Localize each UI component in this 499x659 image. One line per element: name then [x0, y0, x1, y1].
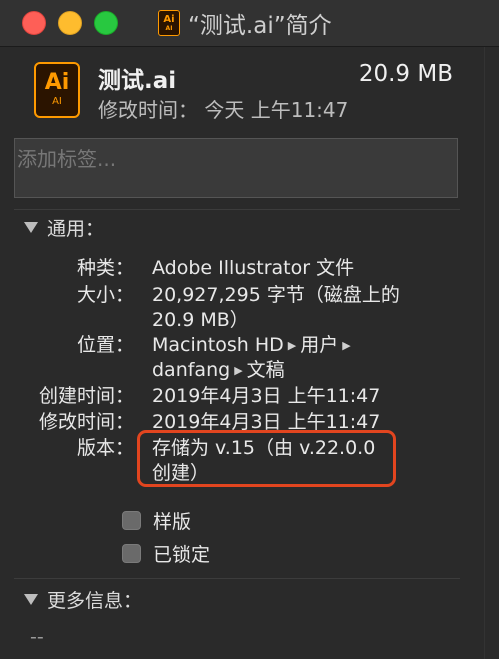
path-danfang[interactable]: danfang: [152, 359, 230, 381]
created-value: 2019年4月3日 上午11:47: [152, 385, 381, 407]
version-label: 版本：: [76, 437, 134, 459]
modified-value: 今天 上午11:47: [204, 98, 349, 122]
tags-field[interactable]: 添加标签...: [14, 138, 458, 198]
size-label: 大小：: [76, 284, 134, 306]
size-value-line1: 20,927,295 字节（磁盘上的: [152, 284, 400, 306]
scrollbar[interactable]: [484, 47, 499, 659]
disclosure-triangle-icon[interactable]: [24, 594, 38, 605]
version-highlight-annotation: [137, 430, 396, 487]
stationery-checkbox-row[interactable]: 样版: [122, 507, 191, 534]
where-path-line1: Macintosh HD ▶ 用户 ▶: [152, 330, 355, 357]
file-modified: 修改时间： 今天 上午11:47: [98, 94, 348, 123]
path-arrow-icon: ▶: [234, 364, 243, 377]
tags-placeholder: 添加标签...: [17, 147, 117, 171]
created-label: 创建时间：: [38, 385, 134, 407]
where-label: 位置：: [76, 334, 134, 356]
title-bar[interactable]: Ai AI “测试.ai”简介: [0, 0, 499, 47]
illustrator-file-icon: Ai AI: [158, 10, 180, 36]
kind-value: Adobe Illustrator 文件: [152, 257, 355, 279]
illustrator-document-icon: Ai AI: [34, 62, 80, 118]
divider: [14, 578, 460, 579]
general-section-toggle[interactable]: 通用：: [24, 214, 104, 241]
window-title: Ai AI “测试.ai”简介: [158, 6, 332, 40]
locked-checkbox[interactable]: [122, 544, 141, 563]
modified-label: 修改时间：: [98, 98, 198, 122]
more-info-value: --: [30, 626, 44, 648]
icon-sub-letters: AI: [165, 24, 173, 32]
modified-label: 修改时间：: [38, 411, 134, 433]
path-arrow-icon: ▶: [287, 339, 297, 352]
locked-label: 已锁定: [153, 544, 211, 566]
kind-label: 种类：: [76, 257, 134, 279]
divider: [14, 209, 460, 210]
more-info-heading: 更多信息：: [47, 590, 143, 612]
more-info-section-toggle[interactable]: 更多信息：: [24, 586, 142, 613]
minimize-button[interactable]: [58, 11, 82, 35]
path-macintosh-hd[interactable]: Macintosh HD: [152, 334, 284, 356]
path-documents[interactable]: 文稿: [247, 359, 285, 381]
icon-letters: Ai: [44, 70, 70, 95]
disclosure-triangle-icon[interactable]: [24, 222, 38, 233]
window-title-text: “测试.ai”简介: [188, 13, 332, 39]
path-users[interactable]: 用户: [300, 334, 338, 356]
file-size: 20.9 MB: [358, 61, 453, 87]
size-value-line2: 20.9 MB）: [152, 309, 249, 331]
info-window: Ai AI “测试.ai”简介 Ai AI 测试.ai 20.9 MB 修改时间…: [0, 0, 499, 659]
path-arrow-icon: ▶: [342, 339, 351, 352]
general-heading: 通用：: [47, 218, 105, 240]
stationery-checkbox[interactable]: [122, 511, 141, 530]
icon-letters: Ai: [163, 13, 175, 25]
icon-sub-letters: AI: [52, 96, 62, 107]
zoom-button[interactable]: [94, 11, 118, 35]
locked-checkbox-row[interactable]: 已锁定: [122, 540, 210, 567]
where-path-line2: danfang ▶ 文稿: [152, 355, 285, 382]
stationery-label: 样版: [153, 511, 192, 533]
close-button[interactable]: [22, 11, 46, 35]
file-name: 测试.ai: [98, 68, 177, 94]
